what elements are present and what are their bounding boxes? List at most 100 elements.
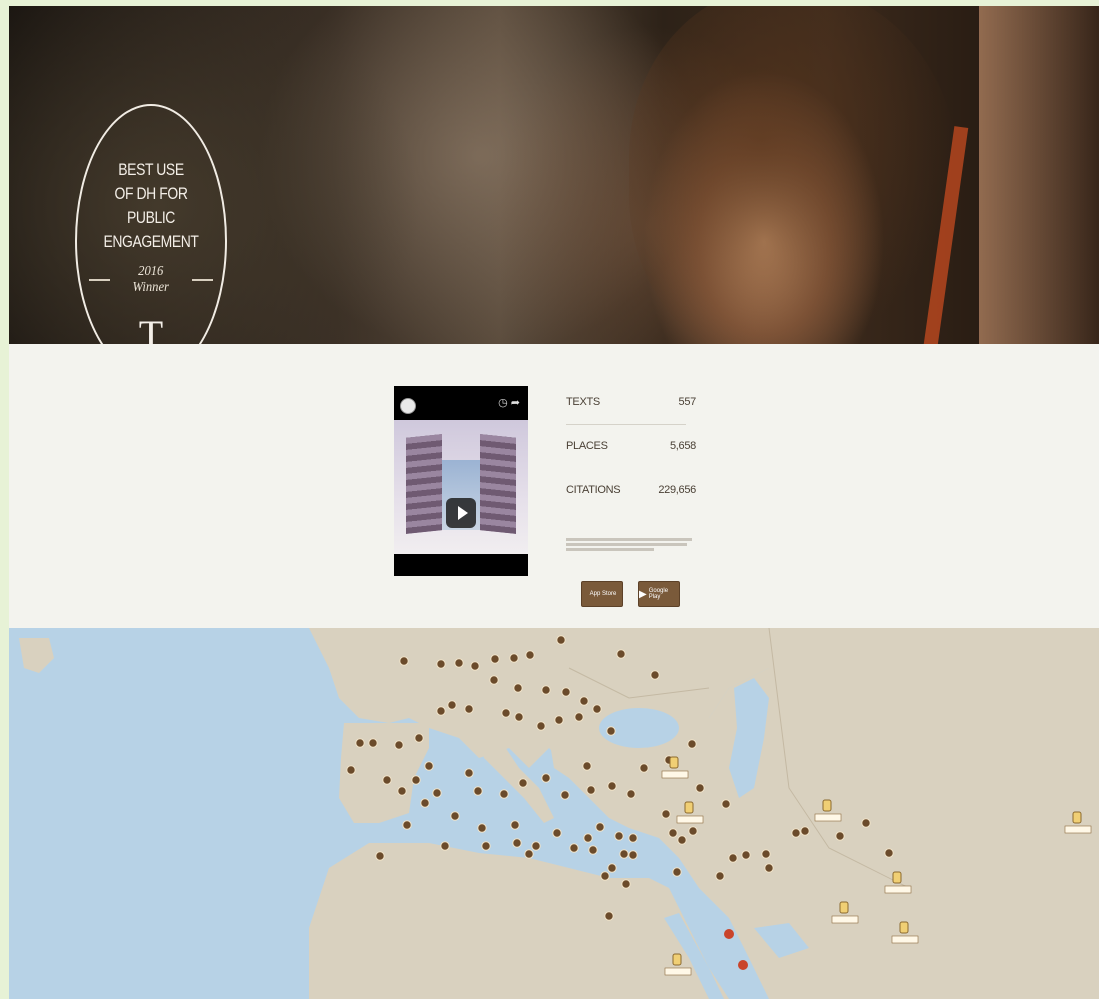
place-marker[interactable] bbox=[619, 849, 629, 859]
place-marker[interactable] bbox=[394, 740, 404, 750]
map-pin-icon[interactable] bbox=[684, 801, 694, 814]
place-marker[interactable] bbox=[509, 653, 519, 663]
map-pin-label[interactable] bbox=[814, 813, 842, 822]
place-marker[interactable] bbox=[440, 841, 450, 851]
place-marker[interactable] bbox=[628, 833, 638, 843]
channel-avatar[interactable] bbox=[400, 398, 416, 414]
share-icon[interactable]: ➦ bbox=[511, 397, 520, 409]
place-marker[interactable] bbox=[607, 781, 617, 791]
place-marker[interactable] bbox=[556, 635, 566, 645]
place-marker[interactable] bbox=[621, 879, 631, 889]
place-marker[interactable] bbox=[432, 788, 442, 798]
place-marker[interactable] bbox=[835, 831, 845, 841]
place-marker[interactable] bbox=[477, 823, 487, 833]
place-marker[interactable] bbox=[346, 765, 356, 775]
map-pin-icon[interactable] bbox=[1072, 811, 1082, 824]
place-marker[interactable] bbox=[490, 654, 500, 664]
place-marker[interactable] bbox=[604, 911, 614, 921]
place-marker[interactable] bbox=[524, 849, 534, 859]
place-marker[interactable] bbox=[499, 789, 509, 799]
place-marker[interactable] bbox=[677, 835, 687, 845]
place-marker[interactable] bbox=[661, 809, 671, 819]
place-marker[interactable] bbox=[414, 733, 424, 743]
place-marker[interactable] bbox=[554, 715, 564, 725]
map-canvas[interactable] bbox=[9, 628, 1099, 999]
place-marker[interactable] bbox=[470, 661, 480, 671]
place-marker[interactable] bbox=[595, 822, 605, 832]
place-marker[interactable] bbox=[514, 712, 524, 722]
place-marker[interactable] bbox=[355, 738, 365, 748]
place-marker[interactable] bbox=[436, 659, 446, 669]
place-marker[interactable] bbox=[513, 683, 523, 693]
place-marker[interactable] bbox=[672, 867, 682, 877]
place-marker[interactable] bbox=[688, 826, 698, 836]
place-marker[interactable] bbox=[614, 831, 624, 841]
place-marker[interactable] bbox=[447, 700, 457, 710]
place-marker[interactable] bbox=[411, 775, 421, 785]
clock-icon[interactable]: ◷ bbox=[498, 397, 508, 409]
place-marker[interactable] bbox=[368, 738, 378, 748]
place-marker[interactable] bbox=[375, 851, 385, 861]
place-marker[interactable] bbox=[464, 704, 474, 714]
place-marker[interactable] bbox=[536, 721, 546, 731]
place-marker[interactable] bbox=[695, 783, 705, 793]
place-marker[interactable] bbox=[541, 685, 551, 695]
place-marker[interactable] bbox=[764, 863, 774, 873]
place-marker[interactable] bbox=[501, 708, 511, 718]
place-marker[interactable] bbox=[687, 739, 697, 749]
place-marker[interactable] bbox=[399, 656, 409, 666]
google-play-button[interactable]: ▶ Google Play bbox=[638, 581, 680, 607]
place-marker[interactable] bbox=[741, 850, 751, 860]
place-marker[interactable] bbox=[525, 650, 535, 660]
place-marker[interactable] bbox=[397, 786, 407, 796]
place-marker[interactable] bbox=[582, 761, 592, 771]
place-marker[interactable] bbox=[464, 768, 474, 778]
place-marker[interactable] bbox=[531, 841, 541, 851]
place-marker[interactable] bbox=[473, 786, 483, 796]
place-marker-highlight[interactable] bbox=[738, 960, 748, 970]
map-pin-label[interactable] bbox=[1064, 825, 1092, 834]
place-marker[interactable] bbox=[518, 778, 528, 788]
place-marker[interactable] bbox=[450, 811, 460, 821]
map-pin-icon[interactable] bbox=[892, 871, 902, 884]
place-marker-highlight[interactable] bbox=[724, 929, 734, 939]
place-marker[interactable] bbox=[607, 863, 617, 873]
place-marker[interactable] bbox=[639, 763, 649, 773]
map-pin-icon[interactable] bbox=[822, 799, 832, 812]
place-marker[interactable] bbox=[761, 849, 771, 859]
place-marker[interactable] bbox=[574, 712, 584, 722]
place-marker[interactable] bbox=[481, 841, 491, 851]
place-marker[interactable] bbox=[489, 675, 499, 685]
place-marker[interactable] bbox=[454, 658, 464, 668]
place-marker[interactable] bbox=[541, 773, 551, 783]
place-marker[interactable] bbox=[512, 838, 522, 848]
place-marker[interactable] bbox=[791, 828, 801, 838]
video-thumbnail[interactable] bbox=[394, 420, 528, 554]
place-marker[interactable] bbox=[569, 843, 579, 853]
map-pin-icon[interactable] bbox=[899, 921, 909, 934]
video-title[interactable] bbox=[420, 400, 490, 410]
place-marker[interactable] bbox=[600, 871, 610, 881]
place-marker[interactable] bbox=[800, 826, 810, 836]
place-marker[interactable] bbox=[588, 845, 598, 855]
place-marker[interactable] bbox=[583, 833, 593, 843]
place-marker[interactable] bbox=[420, 798, 430, 808]
map-pin-label[interactable] bbox=[661, 770, 689, 779]
place-marker[interactable] bbox=[560, 790, 570, 800]
map-pin-icon[interactable] bbox=[672, 953, 682, 966]
place-marker[interactable] bbox=[606, 726, 616, 736]
place-marker[interactable] bbox=[436, 706, 446, 716]
map-pin-label[interactable] bbox=[884, 885, 912, 894]
place-marker[interactable] bbox=[861, 818, 871, 828]
place-marker[interactable] bbox=[382, 775, 392, 785]
place-marker[interactable] bbox=[628, 850, 638, 860]
map-pin-label[interactable] bbox=[891, 935, 919, 944]
place-marker[interactable] bbox=[586, 785, 596, 795]
place-marker[interactable] bbox=[510, 820, 520, 830]
place-marker[interactable] bbox=[424, 761, 434, 771]
app-store-button[interactable]: App Store bbox=[581, 581, 623, 607]
places-map[interactable] bbox=[9, 628, 1099, 999]
place-marker[interactable] bbox=[626, 789, 636, 799]
map-pin-icon[interactable] bbox=[669, 756, 679, 769]
play-button[interactable] bbox=[446, 498, 476, 528]
